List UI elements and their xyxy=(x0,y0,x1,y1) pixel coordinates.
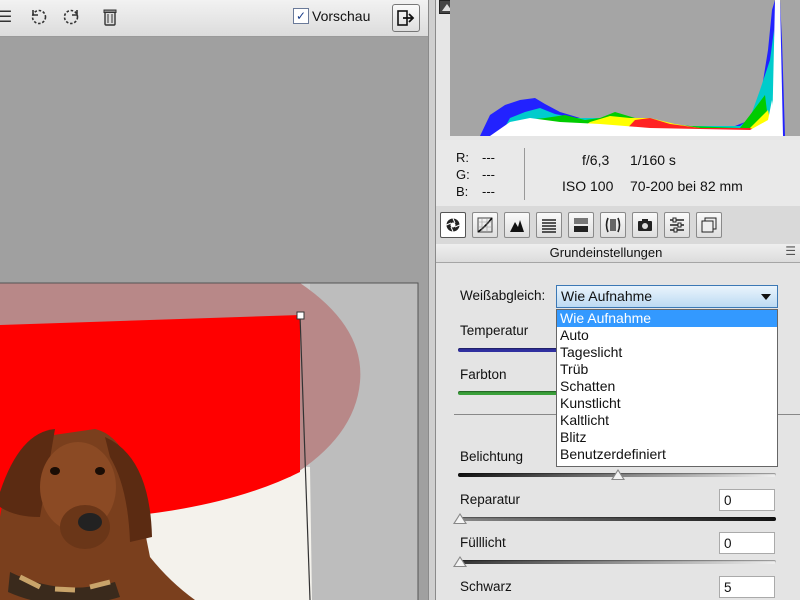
b-value: --- xyxy=(482,184,495,199)
panel-header: Grundeinstellungen ☰ xyxy=(436,244,800,263)
tint-slider[interactable] xyxy=(458,391,568,395)
fill-light-slider[interactable] xyxy=(458,560,776,564)
trash-icon[interactable] xyxy=(99,6,121,28)
temperature-slider[interactable] xyxy=(458,348,568,352)
preview-label: Vorschau xyxy=(312,8,371,24)
image-preview xyxy=(0,282,419,600)
rotate-left-icon[interactable] xyxy=(28,6,50,28)
hsl-icon[interactable] xyxy=(536,212,562,238)
fill-light-thumb[interactable] xyxy=(453,556,467,567)
g-value: --- xyxy=(482,167,495,182)
preview-checkbox[interactable]: ✓ xyxy=(293,8,309,24)
fullscreen-icon xyxy=(397,10,415,26)
wb-option-shade[interactable]: Schatten xyxy=(557,378,777,395)
temperature-label: Temperatur xyxy=(460,323,529,338)
basic-icon[interactable] xyxy=(440,212,466,238)
lens: 70-200 bei 82 mm xyxy=(630,178,743,194)
fill-light-input[interactable]: 0 xyxy=(719,532,775,554)
white-balance-select[interactable]: Wie Aufnahme xyxy=(556,285,778,308)
chevron-down-icon xyxy=(761,294,771,300)
tone-curve-icon[interactable] xyxy=(472,212,498,238)
lens-icon[interactable] xyxy=(600,212,626,238)
aperture: f/6,3 xyxy=(582,152,610,168)
blacks-input[interactable]: 5 xyxy=(719,576,775,598)
recovery-thumb[interactable] xyxy=(453,513,467,524)
wb-option-flash[interactable]: Blitz xyxy=(557,429,777,446)
panel-menu-icon[interactable]: ☰ xyxy=(785,244,796,258)
detail-icon[interactable] xyxy=(504,212,530,238)
fullscreen-button[interactable] xyxy=(392,4,420,32)
image-info: R: --- G: --- B: --- f/6,3 1/160 s ISO 1… xyxy=(436,140,800,207)
white-balance-label: Weißabgleich: xyxy=(460,288,546,303)
camera-calibration-icon[interactable] xyxy=(632,212,658,238)
wb-option-as-shot[interactable]: Wie Aufnahme xyxy=(557,310,777,327)
recovery-input[interactable]: 0 xyxy=(719,489,775,511)
wb-option-custom[interactable]: Benutzerdefiniert xyxy=(557,446,777,463)
snapshots-icon[interactable] xyxy=(696,212,722,238)
panel-title: Grundeinstellungen xyxy=(549,245,663,260)
exposure-thumb[interactable] xyxy=(611,469,625,480)
white-balance-value: Wie Aufnahme xyxy=(561,288,653,304)
fill-light-label: Fülllicht xyxy=(460,535,506,550)
wb-option-auto[interactable]: Auto xyxy=(557,327,777,344)
wb-option-daylight[interactable]: Tageslicht xyxy=(557,344,777,361)
split-toning-icon[interactable] xyxy=(568,212,594,238)
wb-option-cloudy[interactable]: Trüb xyxy=(557,361,777,378)
g-label: G: xyxy=(456,167,470,182)
toolbar: ☰ ✓ Vorschau xyxy=(0,0,428,37)
recovery-slider[interactable] xyxy=(458,517,776,521)
wb-option-fluorescent[interactable]: Kaltlicht xyxy=(557,412,777,429)
white-balance-dropdown: Wie Aufnahme Auto Tageslicht Trüb Schatt… xyxy=(556,309,778,467)
wb-option-tungsten[interactable]: Kunstlicht xyxy=(557,395,777,412)
iso: ISO 100 xyxy=(562,178,614,194)
image-canvas[interactable] xyxy=(0,37,428,600)
panel-divider[interactable] xyxy=(428,0,436,600)
presets-icon[interactable] xyxy=(664,212,690,238)
r-value: --- xyxy=(482,150,495,165)
r-label: R: xyxy=(456,150,469,165)
shutter-speed: 1/160 s xyxy=(630,152,676,168)
mask-handle[interactable] xyxy=(296,311,305,320)
info-separator xyxy=(524,148,525,200)
menu-icon[interactable]: ☰ xyxy=(0,6,16,28)
basic-panel: Weißabgleich: Wie Aufnahme Wie Aufnahme … xyxy=(436,263,800,600)
tint-label: Farbton xyxy=(460,367,507,382)
panel-tabs xyxy=(436,206,800,245)
b-label: B: xyxy=(456,184,469,199)
recovery-label: Reparatur xyxy=(460,492,521,507)
rotate-right-icon[interactable] xyxy=(60,6,82,28)
histogram xyxy=(436,0,800,140)
exposure-label: Belichtung xyxy=(460,449,524,464)
blacks-label: Schwarz xyxy=(460,579,512,594)
histogram-graph xyxy=(450,0,800,136)
